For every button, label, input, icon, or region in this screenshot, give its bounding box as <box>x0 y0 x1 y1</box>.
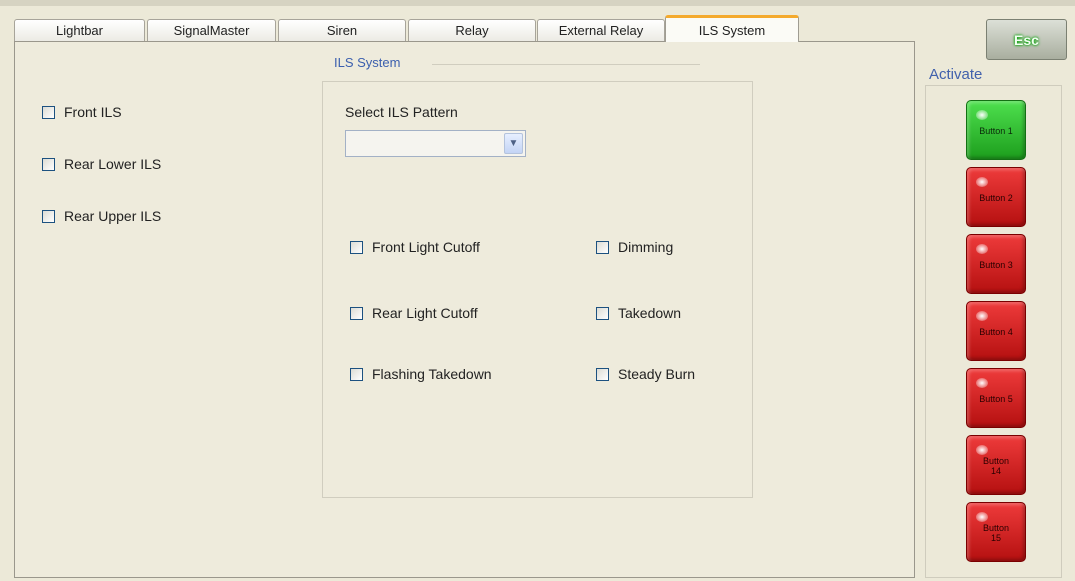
glare <box>976 244 988 254</box>
checkbox-box[interactable] <box>596 367 609 381</box>
esc-button[interactable]: Esc <box>986 19 1067 60</box>
front-light-cutoff-checkbox[interactable]: Front Light Cutoff <box>350 239 480 255</box>
activate-button-14[interactable]: Button 14 <box>966 435 1026 495</box>
button-label: Button 3 <box>979 260 1013 270</box>
checkbox-box[interactable] <box>42 157 55 171</box>
activate-button-3[interactable]: Button 3 <box>966 234 1026 294</box>
button-label: Button 4 <box>979 327 1013 337</box>
button-label: Button 2 <box>979 193 1013 203</box>
button-label: Button 1 <box>979 126 1013 136</box>
checkbox-label: Rear Upper ILS <box>64 208 162 224</box>
checkbox-label: Front Light Cutoff <box>372 239 480 255</box>
rear-upper-ils-checkbox[interactable]: Rear Upper ILS <box>42 208 161 224</box>
checkbox-box[interactable] <box>350 367 363 381</box>
tab-lightbar[interactable]: Lightbar <box>14 19 145 41</box>
activate-button-15[interactable]: Button 15 <box>966 502 1026 562</box>
group-title-divider <box>432 64 700 65</box>
glare <box>976 110 988 120</box>
rear-lower-ils-checkbox[interactable]: Rear Lower ILS <box>42 156 161 172</box>
tab-relay[interactable]: Relay <box>408 19 536 41</box>
glare <box>976 378 988 388</box>
checkbox-label: Front ILS <box>64 104 122 120</box>
tab-signalmaster[interactable]: SignalMaster <box>147 19 276 41</box>
chevron-down-icon[interactable]: ▼ <box>504 133 523 154</box>
checkbox-label: Takedown <box>618 305 682 321</box>
checkbox-label: Dimming <box>618 239 674 255</box>
activate-button-4[interactable]: Button 4 <box>966 301 1026 361</box>
ils-pattern-select[interactable]: ▼ <box>345 130 526 157</box>
checkbox-label: Rear Light Cutoff <box>372 305 478 321</box>
glare <box>976 512 988 522</box>
select-pattern-label: Select ILS Pattern <box>345 104 458 120</box>
window-top-edge <box>0 0 1075 6</box>
checkbox-box[interactable] <box>42 105 55 119</box>
checkbox-box[interactable] <box>596 306 609 320</box>
tab-siren[interactable]: Siren <box>278 19 406 41</box>
tab-ils-system[interactable]: ILS System <box>665 15 799 42</box>
button-label: Button 5 <box>979 394 1013 404</box>
tab-external-relay[interactable]: External Relay <box>537 19 665 41</box>
group-title: ILS System <box>334 55 407 70</box>
activate-button-5[interactable]: Button 5 <box>966 368 1026 428</box>
glare <box>976 311 988 321</box>
glare <box>976 177 988 187</box>
activate-button-2[interactable]: Button 2 <box>966 167 1026 227</box>
checkbox-label: Flashing Takedown <box>372 366 492 382</box>
button-label: Button 15 <box>982 523 1010 543</box>
front-ils-checkbox[interactable]: Front ILS <box>42 104 122 120</box>
takedown-checkbox[interactable]: Takedown <box>596 305 681 321</box>
flashing-takedown-checkbox[interactable]: Flashing Takedown <box>350 366 492 382</box>
activate-title: Activate <box>929 66 983 83</box>
checkbox-label: Steady Burn <box>618 366 696 382</box>
steady-burn-checkbox[interactable]: Steady Burn <box>596 366 695 382</box>
checkbox-label: Rear Lower ILS <box>64 156 162 172</box>
dimming-checkbox[interactable]: Dimming <box>596 239 673 255</box>
activate-button-1[interactable]: Button 1 <box>966 100 1026 160</box>
checkbox-box[interactable] <box>42 209 55 223</box>
checkbox-box[interactable] <box>350 306 363 320</box>
checkbox-box[interactable] <box>350 240 363 254</box>
button-label: Button 14 <box>982 456 1010 476</box>
rear-light-cutoff-checkbox[interactable]: Rear Light Cutoff <box>350 305 478 321</box>
glare <box>976 445 988 455</box>
checkbox-box[interactable] <box>596 240 609 254</box>
